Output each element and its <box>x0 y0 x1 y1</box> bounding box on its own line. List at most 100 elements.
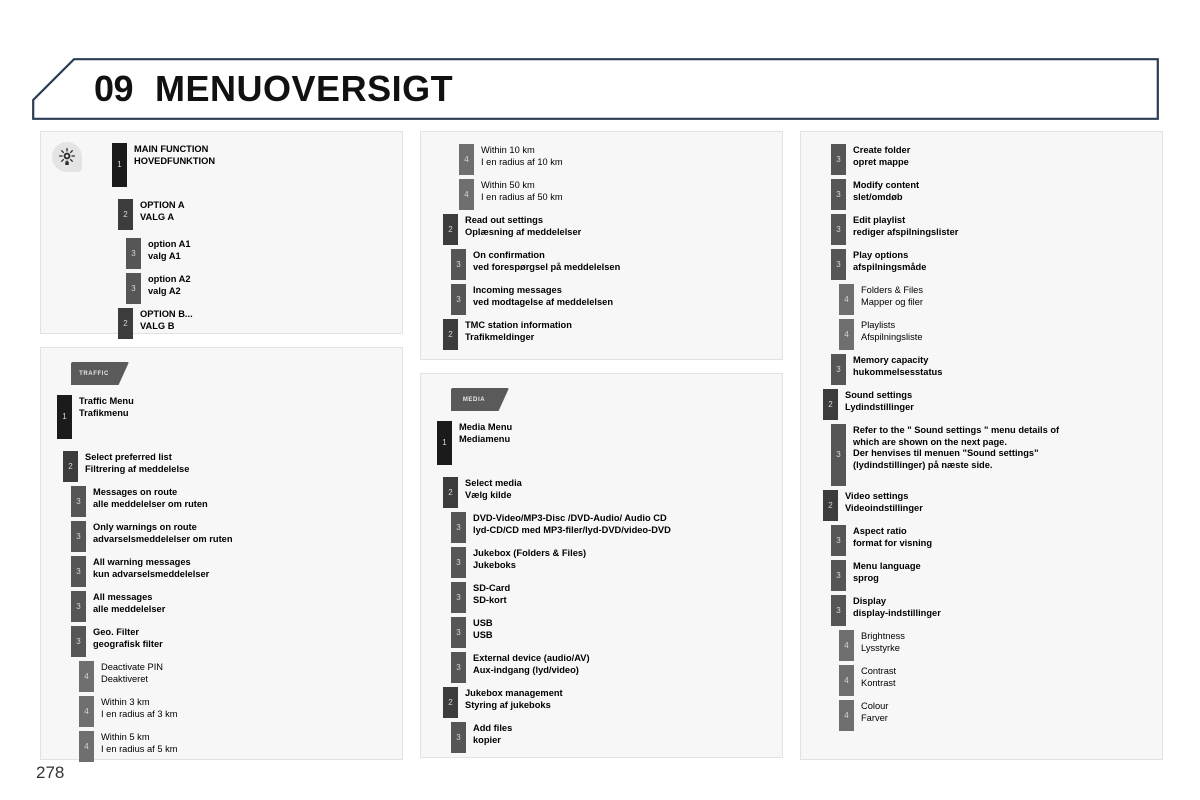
menu-row[interactable]: 2 Video settings Videoindstillinger <box>823 490 1154 521</box>
menu-row[interactable]: 1 MAIN FUNCTION HOVEDFUNKTION <box>112 143 394 187</box>
menu-row[interactable]: 4 Contrast Kontrast <box>839 665 1154 696</box>
menu-row-labels: Media Menu Mediamenu <box>452 421 512 465</box>
menu-row[interactable]: 4 Playlists Afspilningsliste <box>839 319 1154 350</box>
menu-row-labels: Deactivate PIN Deaktiveret <box>94 661 163 692</box>
label-da: display-indstillinger <box>853 607 941 618</box>
menu-row[interactable]: 4 Within 5 km I en radius af 5 km <box>79 731 394 762</box>
menu-row[interactable]: 2 OPTION A VALG A <box>118 199 394 230</box>
label-en: Colour <box>861 701 889 711</box>
label-da: SD-kort <box>473 594 507 605</box>
menu-row[interactable]: 3 option A1 valg A1 <box>126 238 394 269</box>
label-en: OPTION B... <box>140 309 193 319</box>
label-en: Within 3 km <box>101 697 150 707</box>
label-en: Incoming messages <box>473 285 562 295</box>
menu-row-labels: Messages on route alle meddelelser om ru… <box>86 486 208 517</box>
menu-row[interactable]: 4 Folders & Files Mapper og filer <box>839 284 1154 315</box>
level-indicator: 4 <box>79 731 94 762</box>
menu-row[interactable]: 2 Read out settings Oplæsning af meddele… <box>443 214 774 245</box>
menu-row[interactable]: 2 TMC station information Trafikmeldinge… <box>443 319 774 350</box>
label-da: kun advarselsmeddelelser <box>93 568 210 579</box>
label-en: Media Menu <box>459 422 513 432</box>
menu-row-labels: Menu language sprog <box>846 560 921 591</box>
menu-row[interactable]: 2 Jukebox management Styring af jukeboks <box>443 687 774 718</box>
label-da: advarselsmeddelelser om ruten <box>93 533 233 544</box>
menu-row[interactable]: 3 Modify content slet/omdøb <box>831 179 1154 210</box>
menu-row[interactable]: 1 Traffic Menu Trafikmenu <box>57 395 394 439</box>
level-indicator: 4 <box>79 696 94 727</box>
menu-row[interactable]: 3 Incoming messages ved modtagelse af me… <box>451 284 774 315</box>
label-en: Edit playlist <box>853 215 906 225</box>
menu-row[interactable]: 3 Aspect ratio format for visning <box>831 525 1154 556</box>
menu-row-note[interactable]: 3 Refer to the " Sound settings " menu d… <box>831 424 1154 486</box>
menu-row[interactable]: 2 Select media Vælg kilde <box>443 477 774 508</box>
menu-row-labels: Video settings Videoindstillinger <box>838 490 923 521</box>
label-en: Messages on route <box>93 487 178 497</box>
label-en: Read out settings <box>465 215 543 225</box>
menu-row-labels: Edit playlist rediger afspilningslister <box>846 214 958 245</box>
menu-row[interactable]: 2 Select preferred list Filtrering af me… <box>63 451 394 482</box>
menu-row[interactable]: 3 Edit playlist rediger afspilningsliste… <box>831 214 1154 245</box>
label-da: Aux-indgang (lyd/video) <box>473 664 579 675</box>
menu-row[interactable]: 3 External device (audio/AV) Aux-indgang… <box>451 652 774 683</box>
label-en: Display <box>853 596 887 606</box>
menu-row[interactable]: 3 Create folder opret mappe <box>831 144 1154 175</box>
page-title: MENUOVERSIGT <box>155 68 454 109</box>
menu-row[interactable]: 3 Add files kopier <box>451 722 774 753</box>
label-en: Memory capacity <box>853 355 929 365</box>
media-rows: 1 Media Menu Mediamenu 2 Select media Væ… <box>437 421 774 753</box>
menu-row[interactable]: 2 OPTION B... VALG B <box>118 308 394 339</box>
menu-row[interactable]: 3 Display display-indstillinger <box>831 595 1154 626</box>
menu-row-labels: Jukebox (Folders & Files) Jukeboks <box>466 547 586 578</box>
menu-row[interactable]: 4 Within 3 km I en radius af 3 km <box>79 696 394 727</box>
traffic-panel: TRAFFIC 1 Traffic Menu Trafikmenu 2 Sele… <box>40 347 403 762</box>
menu-row[interactable]: 3 Play options afspilningsmåde <box>831 249 1154 280</box>
level-indicator: 4 <box>839 319 854 350</box>
label-en: External device (audio/AV) <box>473 653 590 663</box>
menu-row[interactable]: 4 Deactivate PIN Deaktiveret <box>79 661 394 692</box>
menu-row[interactable]: 3 Geo. Filter geografisk filter <box>71 626 394 657</box>
menu-row[interactable]: 3 Only warnings on route advarselsmeddel… <box>71 521 394 552</box>
menu-row[interactable]: 3 Jukebox (Folders & Files) Jukeboks <box>451 547 774 578</box>
menu-row[interactable]: 3 DVD-Video/MP3-Disc /DVD-Audio/ Audio C… <box>451 512 774 543</box>
level-indicator: 3 <box>126 238 141 269</box>
level-indicator: 3 <box>831 249 846 280</box>
menu-row-labels: MAIN FUNCTION HOVEDFUNKTION <box>127 143 215 187</box>
label-da: ved modtagelse af meddelelsen <box>473 296 614 307</box>
menu-row[interactable]: 3 All warning messages kun advarselsmedd… <box>71 556 394 587</box>
label-da: Videoindstillinger <box>845 502 923 513</box>
label-da: Mediamenu <box>459 433 511 444</box>
level-indicator: 4 <box>839 665 854 696</box>
menu-row[interactable]: 4 Colour Farver <box>839 700 1154 731</box>
menu-row[interactable]: 2 Sound settings Lydindstillinger <box>823 389 1154 420</box>
label-da: alle meddelelser <box>93 603 166 614</box>
level-indicator: 4 <box>839 630 854 661</box>
menu-row-labels: Aspect ratio format for visning <box>846 525 932 556</box>
menu-row-labels: OPTION B... VALG B <box>133 308 193 339</box>
menu-row[interactable]: 3 All messages alle meddelelser <box>71 591 394 622</box>
label-en: Select preferred list <box>85 452 172 462</box>
row-gap <box>112 187 394 199</box>
label-en: Geo. Filter <box>93 627 139 637</box>
menu-row[interactable]: 4 Within 50 km I en radius af 50 km <box>459 179 774 210</box>
menu-row[interactable]: 4 Brightness Lysstyrke <box>839 630 1154 661</box>
menu-row-labels: Within 3 km I en radius af 3 km <box>94 696 177 727</box>
menu-row[interactable]: 3 Memory capacity hukommelsesstatus <box>831 354 1154 385</box>
menu-row[interactable]: 3 Menu language sprog <box>831 560 1154 591</box>
level-indicator: 2 <box>823 490 838 521</box>
menu-row[interactable]: 3 SD-Card SD-kort <box>451 582 774 613</box>
menu-row[interactable]: 3 option A2 valg A2 <box>126 273 394 304</box>
menu-row-labels: Memory capacity hukommelsesstatus <box>846 354 942 385</box>
label-da: ved forespørgsel på meddelelsen <box>473 261 621 272</box>
menu-row[interactable]: 3 On confirmation ved forespørgsel på me… <box>451 249 774 280</box>
label-da: rediger afspilningslister <box>853 226 959 237</box>
menu-row[interactable]: 3 Messages on route alle meddelelser om … <box>71 486 394 517</box>
menu-row[interactable]: 4 Within 10 km I en radius af 10 km <box>459 144 774 175</box>
menu-row[interactable]: 1 Media Menu Mediamenu <box>437 421 774 465</box>
page-header: 09 MENUOVERSIGT <box>32 58 1159 120</box>
traffic-cont-rows: 4 Within 10 km I en radius af 10 km 4 Wi… <box>437 141 774 350</box>
menu-row-labels: Contrast Kontrast <box>854 665 896 696</box>
label-da: valg A1 <box>148 250 181 261</box>
menu-row[interactable]: 3 USB USB <box>451 617 774 648</box>
level-indicator: 2 <box>63 451 78 482</box>
legend-panel: 1 MAIN FUNCTION HOVEDFUNKTION 2 OPTION A… <box>40 131 403 339</box>
